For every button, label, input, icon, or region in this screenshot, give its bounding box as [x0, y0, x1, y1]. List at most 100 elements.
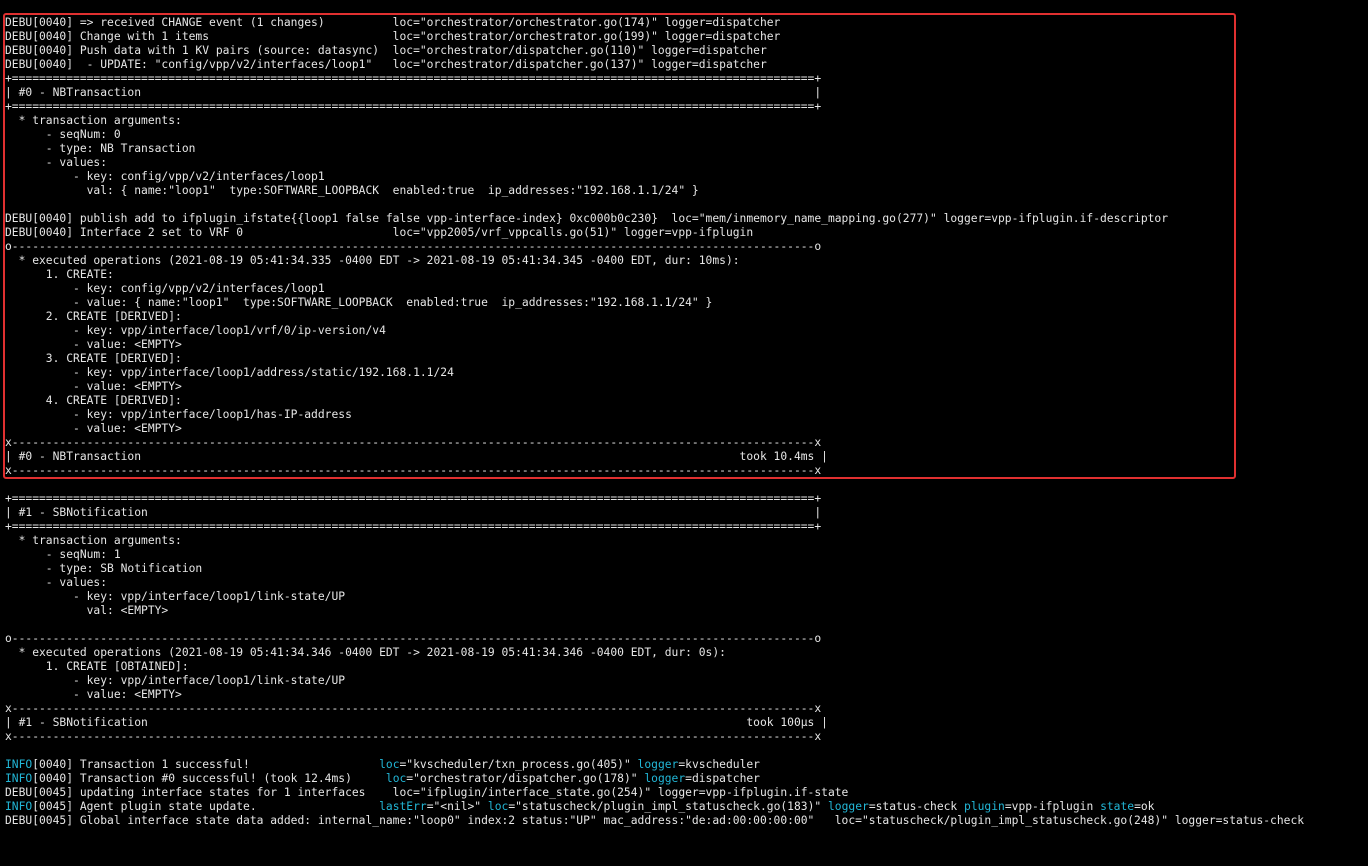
log-field-key: loc [487, 800, 509, 813]
log-field-key: loc [385, 772, 407, 785]
log-text: =vpp-ifplugin [1004, 800, 1101, 813]
log-text: - key: config/vpp/v2/interfaces/loop1 [5, 170, 325, 183]
log-text: * executed operations (2021-08-19 05:41:… [5, 646, 726, 659]
terminal-line: - key: config/vpp/v2/interfaces/loop1 [0, 282, 1368, 296]
log-text: val: { name:"loop1" type:SOFTWARE_LOOPBA… [5, 184, 699, 197]
terminal-line: * executed operations (2021-08-19 05:41:… [0, 646, 1368, 660]
log-text: +=======================================… [5, 520, 822, 533]
log-text: - key: vpp/interface/loop1/address/stati… [5, 366, 454, 379]
log-text: | #0 - NBTransaction | [5, 86, 822, 99]
log-text: - type: SB Notification [5, 562, 203, 575]
log-text: DEBU[0045] Global interface state data a… [5, 814, 1305, 827]
log-field-key: logger [637, 758, 679, 771]
log-text: [0040] Transaction #0 successful! (took … [32, 772, 386, 785]
log-text: - key: vpp/interface/loop1/link-state/UP [5, 674, 346, 687]
terminal-line: o---------------------------------------… [0, 240, 1368, 254]
log-text: =kvscheduler [678, 758, 760, 771]
log-text: * transaction arguments: [5, 534, 182, 547]
log-text: ="orchestrator/dispatcher.go(178)" [406, 772, 645, 785]
terminal-line: - value: { name:"loop1" type:SOFTWARE_LO… [0, 296, 1368, 310]
log-text: x---------------------------------------… [5, 730, 822, 743]
log-text: ="kvscheduler/txn_process.go(405)" [399, 758, 638, 771]
terminal-line: 1. CREATE [OBTAINED]: [0, 660, 1368, 674]
terminal-line: * transaction arguments: [0, 114, 1368, 128]
log-text: [0045] Agent plugin state update. [32, 800, 380, 813]
log-text: | #1 - SBNotification took 100µs | [5, 716, 828, 729]
terminal-line: +=======================================… [0, 72, 1368, 86]
log-text: DEBU[0040] Interface 2 set to VRF 0 loc=… [5, 226, 754, 239]
terminal-line: - value: <EMPTY> [0, 338, 1368, 352]
log-text: o---------------------------------------… [5, 632, 822, 645]
log-text: - key: vpp/interface/loop1/has-IP-addres… [5, 408, 352, 421]
terminal-line: x---------------------------------------… [0, 702, 1368, 716]
log-text: * executed operations (2021-08-19 05:41:… [5, 254, 740, 267]
terminal-line: - seqNum: 0 [0, 128, 1368, 142]
terminal-line: - seqNum: 1 [0, 548, 1368, 562]
terminal-line: - values: [0, 576, 1368, 590]
log-field-key: lastErr [379, 800, 427, 813]
terminal-window[interactable]: DEBU[0040] => received CHANGE event (1 c… [0, 0, 1368, 866]
log-text: 3. CREATE [DERIVED]: [5, 352, 182, 365]
terminal-line: DEBU[0040] publish add to ifplugin_ifsta… [0, 212, 1368, 226]
log-field-key: state [1100, 800, 1135, 813]
terminal-line: DEBU[0045] Global interface state data a… [0, 814, 1368, 828]
log-text: DEBU[0045] updating interface states for… [5, 786, 849, 799]
log-text: +=======================================… [5, 100, 822, 113]
log-field-key: logger [644, 772, 686, 785]
log-text: x---------------------------------------… [5, 464, 822, 477]
log-level-info: INFO [5, 772, 33, 785]
terminal-line: | #0 - NBTransaction | [0, 86, 1368, 100]
log-text: [0040] Transaction 1 successful! [32, 758, 380, 771]
log-text: - value: <EMPTY> [5, 338, 182, 351]
log-field-key: logger [828, 800, 869, 813]
log-text: =ok [1134, 800, 1155, 813]
log-text: - key: vpp/interface/loop1/link-state/UP [5, 590, 346, 603]
terminal-line: x---------------------------------------… [0, 730, 1368, 744]
terminal-line: - key: vpp/interface/loop1/has-IP-addres… [0, 408, 1368, 422]
log-text: +=======================================… [5, 72, 822, 85]
log-text: =status-check [868, 800, 965, 813]
terminal-line: - values: [0, 156, 1368, 170]
terminal-line: DEBU[0040] => received CHANGE event (1 c… [0, 16, 1368, 30]
log-text: DEBU[0040] - UPDATE: "config/vpp/v2/inte… [5, 58, 767, 71]
terminal-line: - value: <EMPTY> [0, 688, 1368, 702]
terminal-line: - type: NB Transaction [0, 142, 1368, 156]
log-text: - type: NB Transaction [5, 142, 196, 155]
log-text: | #0 - NBTransaction took 10.4ms | [5, 450, 828, 463]
log-text: o---------------------------------------… [5, 240, 822, 253]
terminal-line: | #1 - SBNotification | [0, 506, 1368, 520]
log-text: x---------------------------------------… [5, 436, 822, 449]
terminal-line: 4. CREATE [DERIVED]: [0, 394, 1368, 408]
terminal-line: - key: vpp/interface/loop1/address/stati… [0, 366, 1368, 380]
terminal-line: val: { name:"loop1" type:SOFTWARE_LOOPBA… [0, 184, 1368, 198]
log-level-info: INFO [5, 800, 33, 813]
terminal-line: - key: vpp/interface/loop1/vrf/0/ip-vers… [0, 324, 1368, 338]
terminal-line: INFO[0040] Transaction 1 successful! loc… [0, 758, 1368, 772]
terminal-line: +=======================================… [0, 492, 1368, 506]
terminal-line: - key: vpp/interface/loop1/link-state/UP [0, 674, 1368, 688]
terminal-line: INFO[0045] Agent plugin state update. la… [0, 800, 1368, 814]
log-field-key: plugin [964, 800, 1005, 813]
log-text: - values: [5, 576, 108, 589]
log-text: val: <EMPTY> [5, 604, 169, 617]
log-text: DEBU[0040] => received CHANGE event (1 c… [5, 16, 781, 29]
log-text: * transaction arguments: [5, 114, 182, 127]
terminal-line: - value: <EMPTY> [0, 422, 1368, 436]
log-text: - key: config/vpp/v2/interfaces/loop1 [5, 282, 325, 295]
log-text: =dispatcher [685, 772, 760, 785]
log-text: DEBU[0040] publish add to ifplugin_ifsta… [5, 212, 1169, 225]
terminal-line: INFO[0040] Transaction #0 successful! (t… [0, 772, 1368, 786]
log-text: - value: { name:"loop1" type:SOFTWARE_LO… [5, 296, 713, 309]
log-field-key: loc [379, 758, 400, 771]
terminal-line: | #0 - NBTransaction took 10.4ms | [0, 450, 1368, 464]
log-text: - seqNum: 1 [5, 548, 121, 561]
log-text: - value: <EMPTY> [5, 380, 182, 393]
log-text: | #1 - SBNotification | [5, 506, 822, 519]
log-text: +=======================================… [5, 492, 822, 505]
log-text: - key: vpp/interface/loop1/vrf/0/ip-vers… [5, 324, 386, 337]
terminal-line: +=======================================… [0, 100, 1368, 114]
log-text: 1. CREATE: [5, 268, 114, 281]
log-text: ="<nil>" [426, 800, 488, 813]
log-text: x---------------------------------------… [5, 702, 822, 715]
